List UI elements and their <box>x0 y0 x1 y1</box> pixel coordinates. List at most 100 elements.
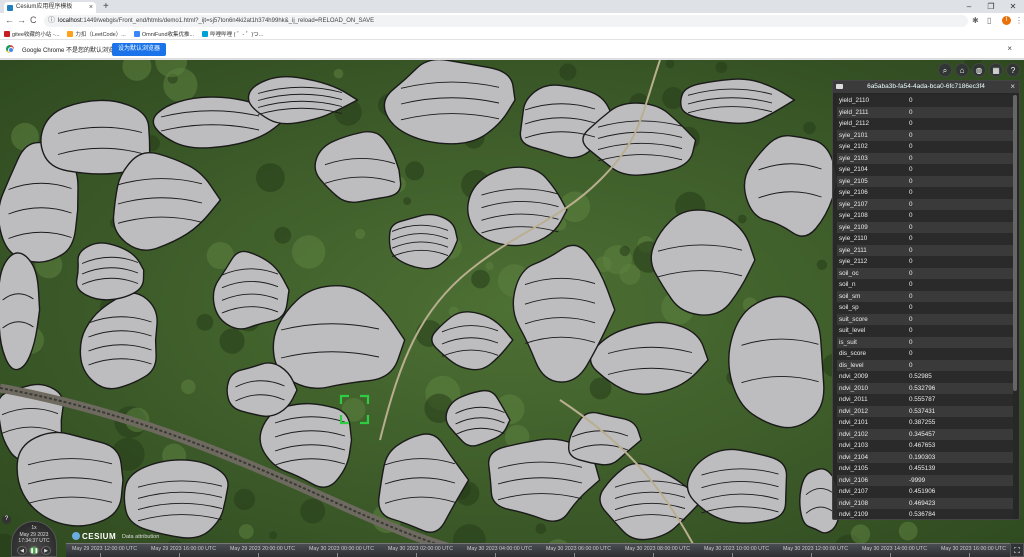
timeline-label: May 30 2023 04:00:00 UTC <box>467 546 533 552</box>
maximize-button[interactable]: ❐ <box>980 0 1002 13</box>
globe-icon[interactable]: ◍ <box>972 63 986 77</box>
table-row: soil_sp 0 <box>837 302 1013 314</box>
bookmark-item[interactable]: OmniFund收集优推... <box>133 30 194 38</box>
attribute-value: 0.52985 <box>909 373 932 381</box>
cesium-logo[interactable]: CESIUM <box>72 532 116 541</box>
timeline-label: May 30 2023 02:00:00 UTC <box>388 546 454 552</box>
vegetation-patch <box>292 235 326 269</box>
attribute-value: 0 <box>909 223 913 231</box>
table-row: ndvi_2101 0.387255 <box>837 417 1013 429</box>
attribute-value: 0.537431 <box>909 407 936 415</box>
attribute-value: 0.555787 <box>909 396 936 404</box>
attribute-key: ndvi_2012 <box>839 407 869 415</box>
table-row: is_suit 0 <box>837 336 1013 348</box>
infobox-close-icon[interactable]: × <box>1010 81 1015 93</box>
table-row: ndvi_2109 0.536784 <box>837 509 1013 519</box>
reload-button[interactable]: C <box>30 15 37 25</box>
attribute-value: 0.536784 <box>909 511 936 519</box>
vegetation-patch <box>219 328 245 354</box>
attribute-key: ndvi_2102 <box>839 430 869 438</box>
new-tab-button[interactable]: + <box>103 1 109 12</box>
fullscreen-button[interactable]: ⛶ <box>1010 543 1024 557</box>
bookmark-item[interactable]: gitee收藏的小站 -... <box>4 30 59 38</box>
vegetation-patch <box>333 68 344 79</box>
attribute-key: syie_2110 <box>839 235 868 243</box>
vegetation-patch <box>715 61 728 74</box>
set-default-browser-button[interactable]: 设为默认浏览器 <box>112 43 167 56</box>
table-row: ndvi_2107 0.451906 <box>837 486 1013 498</box>
attribute-key: dis_level <box>839 361 864 369</box>
tab-favicon-icon <box>7 5 13 11</box>
attribute-value: 0 <box>909 338 913 346</box>
timeline-label: May 30 2023 10:00:00 UTC <box>704 546 770 552</box>
forward-button[interactable]: → <box>17 15 26 25</box>
parcel-polygon[interactable] <box>226 362 298 417</box>
table-row: soil_sm 0 <box>837 290 1013 302</box>
reverse-button[interactable]: ◀ <box>17 546 27 555</box>
extensions-icon[interactable]: ✱ <box>972 16 979 25</box>
attribute-value: 0 <box>909 189 913 197</box>
camera-icon[interactable] <box>836 84 843 89</box>
minimize-button[interactable]: – <box>958 0 980 13</box>
timeline-tick <box>495 553 496 557</box>
table-row: syie_2110 0 <box>837 233 1013 245</box>
attribute-value: 0.532796 <box>909 384 936 392</box>
timeline-label: May 30 2023 06:00:00 UTC <box>546 546 612 552</box>
timeline-tick <box>732 553 733 557</box>
browser-tab[interactable]: Cesium应用程序模板 × <box>4 2 96 13</box>
profile-avatar[interactable]: I <box>1002 16 1011 25</box>
attribute-value: 0.467653 <box>909 442 936 450</box>
timeline-label: May 29 2023 12:00:00 UTC <box>72 546 138 552</box>
attribute-value: 0.345457 <box>909 430 936 438</box>
vegetation-patch <box>196 313 214 331</box>
search-icon[interactable]: ⌕ <box>938 63 952 77</box>
table-row: syie_2105 0 <box>837 175 1013 187</box>
infobox-panel[interactable]: 6a5aba3b-fa54-4ada-bca0-6fc7186ec3f4 × y… <box>832 80 1020 520</box>
parcel-polygon[interactable] <box>123 459 229 539</box>
vegetation-patch <box>559 63 577 81</box>
bookmark-item[interactable]: 力扣（LeetCode）... <box>67 30 126 38</box>
timeline-label: May 30 2023 12:00:00 UTC <box>783 546 849 552</box>
animation-time: 17:34:37 UTC <box>18 538 50 544</box>
attribute-key: ndvi_2108 <box>839 499 869 507</box>
table-row: syie_2107 0 <box>837 198 1013 210</box>
infobar-close-icon[interactable]: × <box>1007 44 1012 53</box>
tab-title: Cesium应用程序模板 <box>16 4 73 10</box>
help-icon[interactable]: ? <box>1006 63 1020 77</box>
play-button[interactable]: ▶ <box>41 546 51 555</box>
attribute-value: 0 <box>909 108 913 116</box>
bookmark-item[interactable]: 哔哩哔哩 ( ゜- ゜)つ... <box>202 30 263 38</box>
table-row: suit_level 0 <box>837 325 1013 337</box>
address-bar[interactable]: ⓘ localhost:1449/webgis/Front_end/htmls/… <box>44 15 968 27</box>
attribute-key: syie_2104 <box>839 166 868 174</box>
attribute-key: ndvi_2010 <box>839 384 869 392</box>
site-info-icon[interactable]: ⓘ <box>48 15 55 27</box>
attribute-key: ndvi_2011 <box>839 396 868 404</box>
table-row: soil_oc 0 <box>837 267 1013 279</box>
close-window-button[interactable]: ✕ <box>1002 0 1024 13</box>
cesium-logo-text: CESIUM <box>82 532 117 541</box>
cesium-viewer[interactable]: ⌕ ⌂ ◍ ▦? 6a5aba3b-fa54-4ada-bca0-6fc7186ec3… <box>0 60 1024 557</box>
home-icon[interactable]: ⌂ <box>955 63 969 77</box>
pause-button[interactable]: ❚❚ <box>29 546 39 555</box>
timeline[interactable]: May 29 2023 12:00:00 UTC May 29 2023 16:0… <box>66 543 1024 557</box>
timeline-tick <box>574 553 575 557</box>
data-attribution-link[interactable]: Data attribution <box>122 534 159 540</box>
table-row: dis_score 0 <box>837 348 1013 360</box>
timeline-tick <box>100 553 101 557</box>
attribute-value: 0.451906 <box>909 488 936 496</box>
menu-icon[interactable]: ⋮ <box>1015 16 1023 25</box>
attribute-key: syie_2107 <box>839 200 868 208</box>
vegetation-patch <box>898 521 918 541</box>
infobox-scrollbar[interactable] <box>1013 95 1017 391</box>
timeline-tick <box>337 553 338 557</box>
tab-close-icon[interactable]: × <box>89 2 93 13</box>
table-row: syie_2104 0 <box>837 164 1013 176</box>
vegetation-patch <box>355 228 366 240</box>
attribute-value: 0 <box>909 131 913 139</box>
layers-icon[interactable]: ▦ <box>989 63 1003 77</box>
table-row: ndvi_2106 -9999 <box>837 474 1013 486</box>
back-button[interactable]: ← <box>5 15 14 25</box>
sidepanel-icon[interactable]: ▯ <box>987 16 991 25</box>
attribute-value: 0 <box>909 97 913 105</box>
